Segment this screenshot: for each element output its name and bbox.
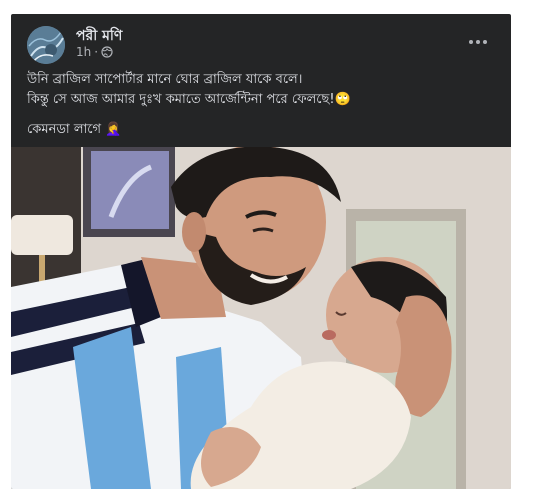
caption-line: কেমনডা লাগে 🤦‍♀️ [27, 122, 122, 137]
post-caption: উনি ব্রাজিল সাপোর্টার মানে ঘোর ব্রাজিল য… [27, 70, 497, 140]
post-meta: 1h · [76, 45, 113, 59]
post-card: পরী মণি 1h · উনি ব্রাজিল সাপোর্টার মানে … [11, 14, 511, 489]
post-timestamp[interactable]: 1h [76, 45, 91, 59]
post-photo[interactable] [11, 147, 511, 489]
globe-icon[interactable] [101, 46, 113, 58]
more-options-icon[interactable] [465, 32, 491, 52]
caption-line: কিন্তু সে আজ আমার দুঃখ কমাতে আর্জেন্টিনা… [27, 92, 351, 107]
caption-line: উনি ব্রাজিল সাপোর্টার মানে ঘোর ব্রাজিল য… [27, 72, 303, 87]
author-avatar[interactable] [27, 26, 65, 64]
